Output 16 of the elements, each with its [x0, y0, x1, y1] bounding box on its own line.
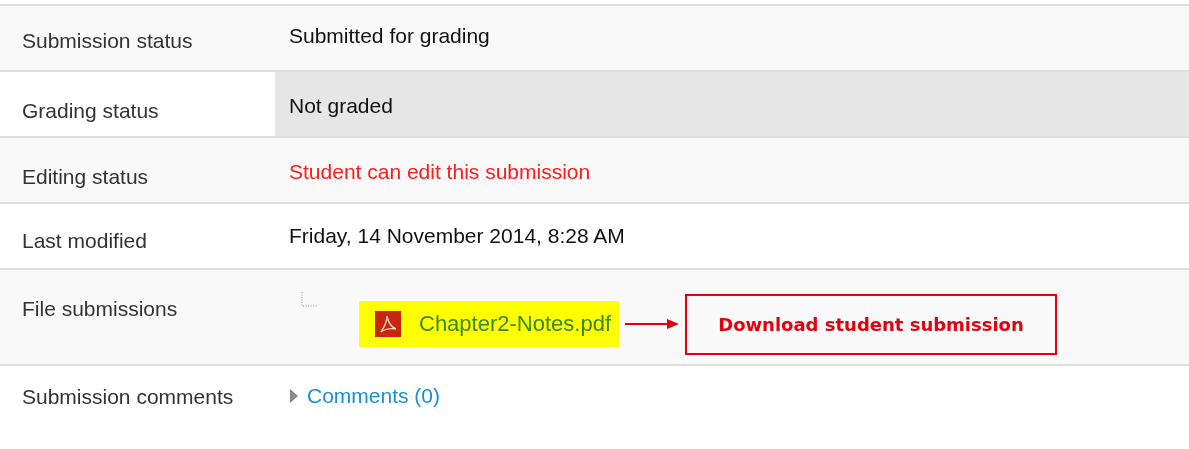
comments-link[interactable]: Comments (0) [307, 384, 441, 408]
row-label: Submission status [0, 5, 275, 71]
row-label: File submissions [0, 269, 275, 365]
row-label: Grading status [0, 71, 275, 137]
row-value: Friday, 14 November 2014, 8:28 AM [289, 224, 625, 247]
expand-triangle-icon[interactable] [289, 388, 299, 404]
row-value: Student can edit this submission [289, 160, 591, 183]
pdf-icon [375, 311, 401, 337]
callout-box: Download student submission [685, 293, 1057, 355]
row-label: Last modified [0, 203, 275, 269]
row-value: Not graded [289, 94, 393, 117]
file-link[interactable]: Chapter2-Notes.pdf [359, 301, 619, 347]
row-value: Submitted for grading [289, 24, 490, 47]
row-label: Editing status [0, 137, 275, 203]
arrow-icon [625, 318, 679, 330]
tree-connector-icon [301, 292, 319, 308]
